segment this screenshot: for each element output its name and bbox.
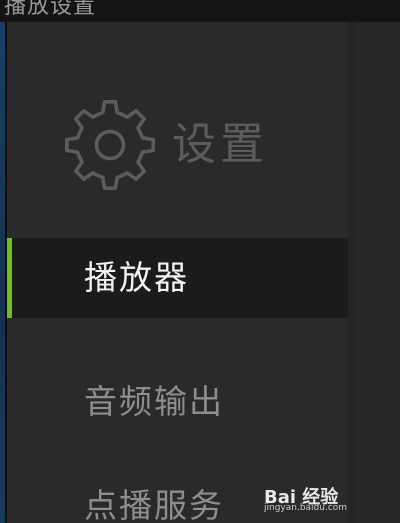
settings-title: 设置	[172, 119, 268, 170]
sidebar-item-player[interactable]: 播放器	[7, 238, 348, 318]
active-indicator	[7, 238, 12, 318]
gear-icon	[65, 100, 155, 190]
sidebar-item-label: 音频输出	[84, 382, 224, 421]
content-panel	[356, 22, 400, 523]
title-bar: 播放设置	[0, 0, 400, 23]
watermark-url: jingyan.baidu.com	[264, 503, 348, 513]
baidu-jingyan-watermark: Bai 经验 jingyan.baidu.com	[264, 483, 394, 517]
sidebar-item-label: 点播服务	[84, 486, 224, 523]
window-title: 播放设置	[4, 0, 97, 19]
settings-header: 设置	[7, 22, 348, 227]
sidebar-item-label: 播放器	[84, 258, 189, 297]
settings-sidebar: 设置 播放器 音频输出 点播服务	[7, 22, 348, 523]
settings-content-pane	[348, 22, 400, 523]
sidebar-item-audio-output[interactable]: 音频输出	[7, 362, 348, 442]
settings-window: 播放设置 设置 播放器 音频输出 点播服务 Bai 经验 jingyan.bai…	[0, 0, 400, 523]
